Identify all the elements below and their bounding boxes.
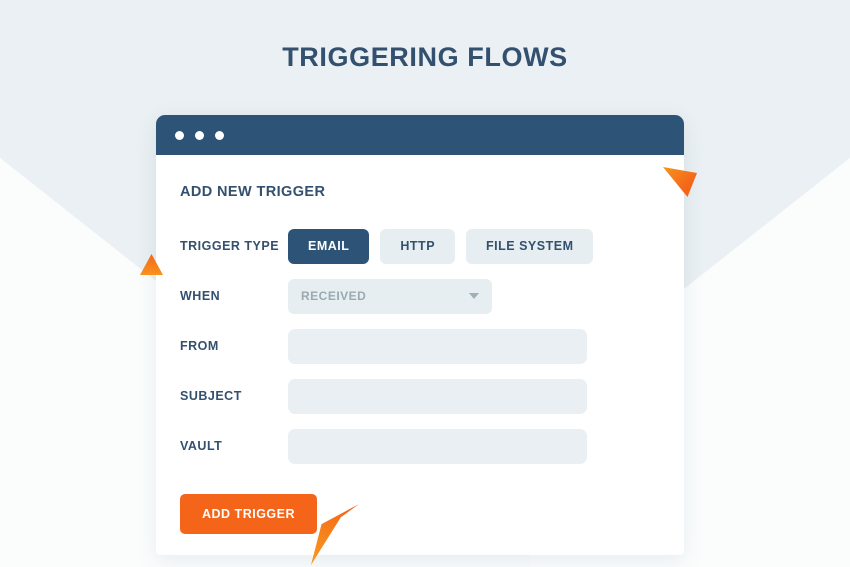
browser-window-card: ADD NEW TRIGGER TRIGGER TYPE EMAIL HTTP … <box>156 115 684 555</box>
when-label: WHEN <box>180 289 221 303</box>
when-row: WHEN RECEIVED <box>180 278 660 314</box>
when-select-value: RECEIVED <box>301 289 367 303</box>
when-select[interactable]: RECEIVED <box>288 278 492 314</box>
from-input[interactable] <box>288 328 587 364</box>
trigger-type-option-email[interactable]: EMAIL <box>288 228 370 264</box>
vault-label: VAULT <box>180 439 223 453</box>
subject-row: SUBJECT <box>180 378 660 414</box>
from-row: FROM <box>180 328 660 364</box>
window-dot-close-icon[interactable] <box>175 130 184 140</box>
submit-row: ADD TRIGGER <box>180 494 660 534</box>
trigger-type-option-http[interactable]: HTTP <box>380 228 456 264</box>
window-dot-maximize-icon[interactable] <box>215 130 224 140</box>
trigger-type-row: TRIGGER TYPE EMAIL HTTP FILE SYSTEM <box>180 228 660 264</box>
page-title: TRIGGERING FLOWS <box>282 42 568 72</box>
vault-row: VAULT <box>180 428 660 464</box>
window-titlebar <box>156 115 684 155</box>
chevron-down-icon <box>469 293 479 299</box>
vault-input[interactable] <box>288 428 587 464</box>
form-container: ADD NEW TRIGGER TRIGGER TYPE EMAIL HTTP … <box>156 155 684 534</box>
trigger-type-options: EMAIL HTTP FILE SYSTEM <box>288 228 594 264</box>
trigger-type-label: TRIGGER TYPE <box>180 239 280 253</box>
add-trigger-button[interactable]: ADD TRIGGER <box>180 494 317 534</box>
trigger-type-option-file-system[interactable]: FILE SYSTEM <box>466 228 594 264</box>
subject-input[interactable] <box>288 378 587 414</box>
form-heading: ADD NEW TRIGGER <box>180 184 326 200</box>
window-dot-minimize-icon[interactable] <box>195 130 204 140</box>
from-label: FROM <box>180 339 219 353</box>
subject-label: SUBJECT <box>180 389 242 403</box>
